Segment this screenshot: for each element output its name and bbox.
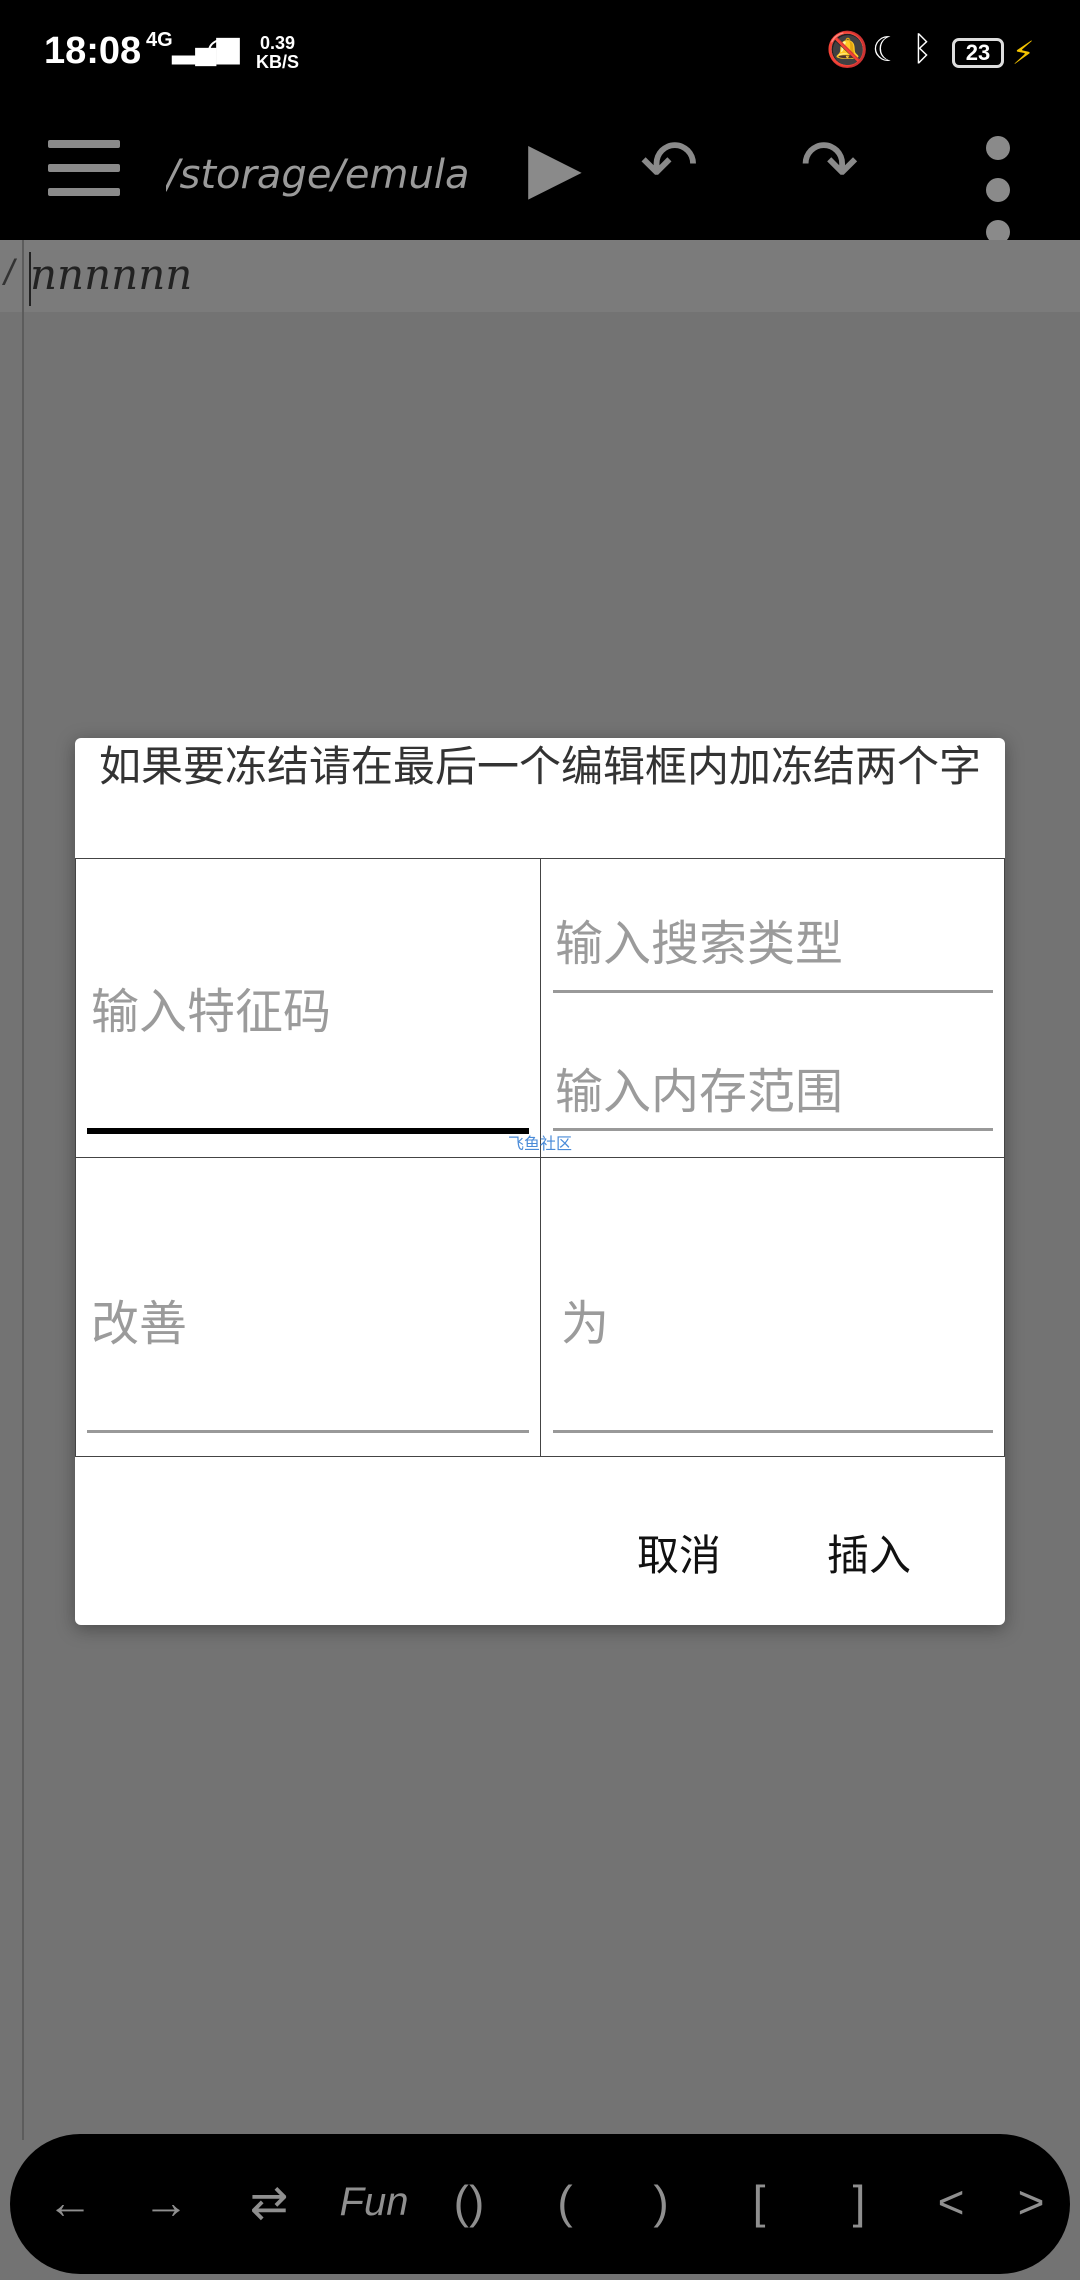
gutter-marker: /: [4, 252, 15, 293]
wifi-icon: ◠: [206, 31, 236, 69]
status-time: 18:08: [44, 30, 142, 72]
improve-input[interactable]: 改善: [91, 1284, 187, 1354]
insert-button[interactable]: 插入: [827, 1522, 911, 1583]
key-open-bracket[interactable]: [: [724, 2162, 794, 2242]
memory-range-underline: [553, 1128, 993, 1131]
file-path[interactable]: /storage/emulated/0/: [166, 140, 470, 210]
as-input[interactable]: 为: [561, 1284, 609, 1354]
status-bar: 18:08 4G ▂▄▆ ◠ 0.39 KB/S 🔕 ☾ ᛒ 23 ⚡: [0, 0, 1080, 110]
network-speed-unit: KB/S: [256, 52, 300, 72]
play-icon[interactable]: ▶: [528, 132, 582, 202]
toolbar: /storage/emulated/0/ ▶ ↶ ↷: [0, 110, 1080, 244]
key-greater-than[interactable]: >: [1006, 2162, 1056, 2242]
network-type: 4G: [146, 29, 173, 51]
key-parens[interactable]: (): [434, 2162, 504, 2242]
key-less-than[interactable]: <: [916, 2162, 986, 2242]
charging-icon: ⚡: [1012, 35, 1035, 71]
more-options-icon[interactable]: [986, 118, 1010, 244]
redo-icon[interactable]: ↷: [800, 130, 859, 200]
memory-range-input[interactable]: 输入内存范围: [555, 1052, 843, 1122]
bluetooth-icon: ᛒ: [912, 30, 933, 68]
key-close-bracket[interactable]: ]: [824, 2162, 894, 2242]
undo-icon[interactable]: ↶: [640, 130, 699, 200]
menu-icon[interactable]: [48, 140, 120, 196]
improve-underline: [87, 1430, 529, 1433]
key-fun[interactable]: Fun: [324, 2162, 424, 2242]
network-speed: 0.39 KB/S: [256, 34, 299, 72]
feature-code-underline: [87, 1128, 529, 1134]
watermark: 飞鱼社区: [508, 1136, 573, 1153]
feature-code-input[interactable]: 输入特征码: [91, 972, 331, 1042]
editor-gutter: [22, 240, 24, 2140]
as-underline: [553, 1430, 993, 1433]
key-open-paren[interactable]: (: [530, 2162, 600, 2242]
search-type-underline: [553, 990, 993, 993]
search-type-input[interactable]: 输入搜索类型: [555, 904, 843, 974]
mute-icon: 🔕: [826, 31, 869, 69]
as-cell: [540, 1157, 1005, 1457]
key-close-paren[interactable]: ): [626, 2162, 696, 2242]
key-right-arrow[interactable]: →: [126, 2162, 206, 2242]
dialog-title: 如果要冻结请在最后一个编辑框内加冻结两个字: [98, 742, 981, 791]
editor-text[interactable]: nnnnnn: [30, 250, 192, 299]
moon-icon: ☾: [872, 31, 903, 69]
insert-dialog: 如果要冻结请在最后一个编辑框内加冻结两个字 输入特征码 输入搜索类型 输入内存范…: [75, 738, 1005, 1625]
shortcut-key-bar: ← → ⇄ Fun () ( ) [ ] < >: [10, 2134, 1070, 2274]
battery-icon: 23: [952, 38, 1004, 68]
cancel-button[interactable]: 取消: [637, 1522, 721, 1583]
network-speed-value: 0.39: [259, 33, 296, 53]
key-left-arrow[interactable]: ←: [30, 2162, 110, 2242]
key-swap-icon[interactable]: ⇄: [224, 2162, 314, 2242]
